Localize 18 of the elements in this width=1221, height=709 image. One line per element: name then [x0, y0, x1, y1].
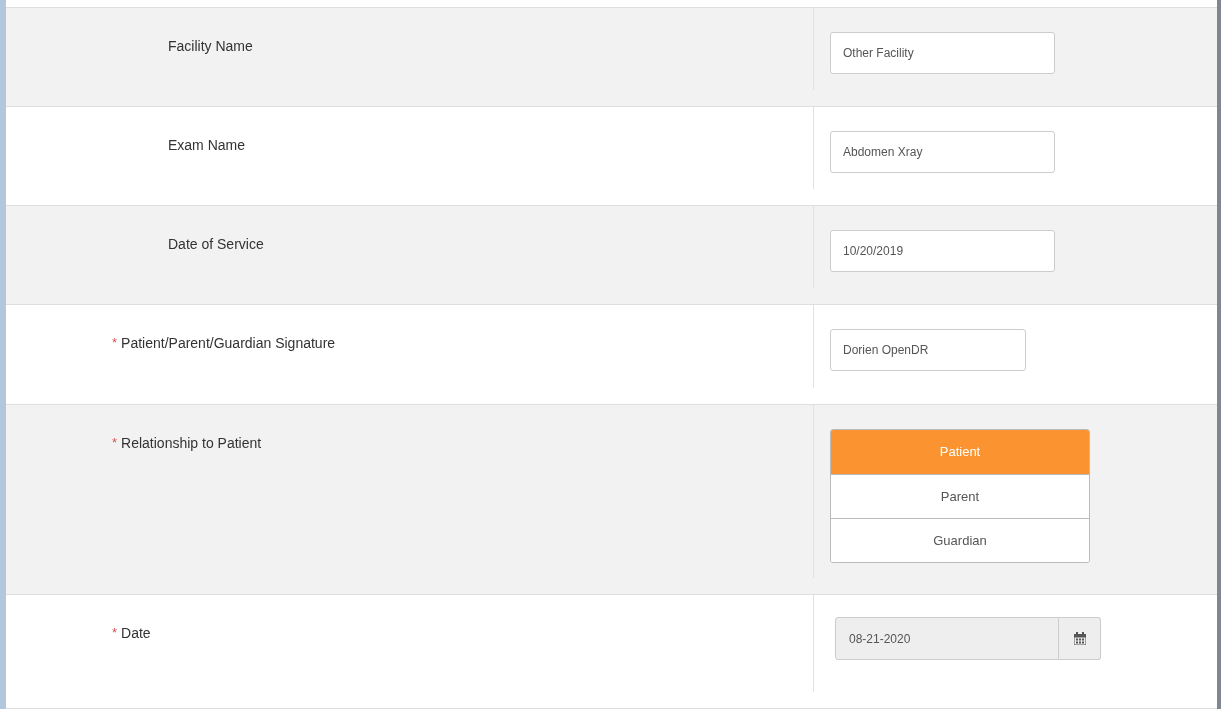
text-input[interactable]: Abdomen Xray: [830, 131, 1055, 173]
field-label: Relationship to Patient: [121, 434, 262, 453]
required-asterisk: *: [112, 624, 118, 642]
required-asterisk: *: [112, 334, 118, 352]
required-asterisk: *: [112, 434, 118, 452]
text-input[interactable]: Other Facility: [830, 32, 1055, 74]
calendar-button[interactable]: [1059, 617, 1101, 660]
calendar-icon: [1073, 632, 1086, 645]
field-label: Patient/Parent/Guardian Signature: [121, 334, 336, 353]
field-label: Date of Service: [168, 235, 264, 254]
field-label: Facility Name: [168, 37, 253, 56]
option-button[interactable]: Guardian: [831, 518, 1089, 562]
field-label: Date: [121, 624, 151, 643]
option-button[interactable]: Parent: [831, 474, 1089, 518]
text-input[interactable]: Dorien OpenDR: [830, 329, 1026, 371]
text-input[interactable]: 10/20/2019: [830, 230, 1055, 272]
field-label: Exam Name: [168, 136, 246, 155]
date-input[interactable]: 08-21-2020: [835, 617, 1059, 660]
